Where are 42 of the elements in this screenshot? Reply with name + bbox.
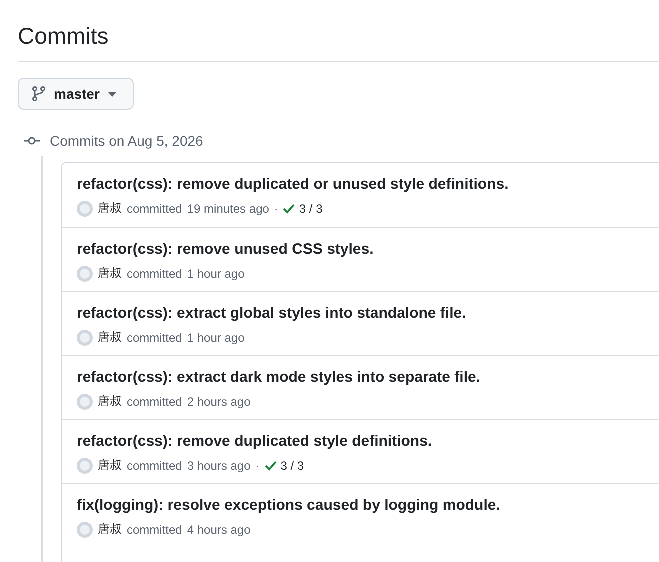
separator: · bbox=[256, 458, 260, 472]
commit-time: 1 hour ago bbox=[187, 330, 245, 344]
commit-action: committed bbox=[127, 266, 182, 280]
avatar-icon bbox=[77, 266, 93, 282]
avatar-icon bbox=[77, 522, 93, 538]
commit-message[interactable]: refactor(css): remove duplicated style definitions. bbox=[77, 432, 659, 452]
author-name[interactable]: 唐叔 bbox=[98, 329, 122, 346]
commit-action: committed bbox=[127, 458, 182, 472]
author-name[interactable]: 唐叔 bbox=[98, 265, 122, 282]
commit-time: 1 hour ago bbox=[187, 266, 245, 280]
author-name[interactable]: 唐叔 bbox=[98, 457, 122, 474]
page-title: Commits bbox=[18, 0, 659, 62]
avatar-icon bbox=[77, 330, 93, 346]
date-heading: Commits on Aug 5, 2026 bbox=[50, 133, 204, 149]
separator: · bbox=[274, 202, 278, 216]
commit-time: 2 hours ago bbox=[187, 394, 251, 408]
avatar-icon bbox=[77, 394, 93, 410]
commit-time: 4 hours ago bbox=[187, 522, 251, 536]
commit-icon bbox=[24, 136, 40, 146]
author-name[interactable]: 唐叔 bbox=[98, 393, 122, 410]
commit-time: 19 minutes ago bbox=[187, 202, 270, 216]
commit-time: 3 hours ago bbox=[187, 458, 251, 472]
check-icon bbox=[264, 460, 277, 470]
checks-count[interactable]: 3 / 3 bbox=[299, 202, 323, 216]
commit-message[interactable]: fix(logging): resolve exceptions caused by logging module. bbox=[77, 496, 659, 516]
commit-message[interactable]: refactor(css): remove unused CSS styles. bbox=[77, 240, 659, 260]
author-name[interactable]: 唐叔 bbox=[98, 521, 122, 538]
commit-action: committed bbox=[127, 202, 182, 216]
branch-button[interactable]: master bbox=[18, 78, 134, 110]
branch-icon bbox=[32, 86, 46, 102]
avatar-icon bbox=[77, 458, 93, 474]
avatar-icon bbox=[77, 200, 93, 216]
commit-message[interactable]: refactor(css): extract dark mode styles into separate file. bbox=[77, 368, 659, 388]
commit-message[interactable]: refactor(css): remove duplicated or unused style definitions. bbox=[77, 175, 659, 195]
check-icon bbox=[283, 204, 296, 214]
author-name[interactable]: 唐叔 bbox=[98, 200, 122, 217]
commit-action: committed bbox=[127, 330, 182, 344]
commit-action: committed bbox=[127, 522, 182, 536]
caret-icon bbox=[108, 92, 117, 96]
checks-count[interactable]: 3 / 3 bbox=[280, 458, 304, 472]
commit-action: committed bbox=[127, 394, 182, 408]
commit-message[interactable]: refactor(css): extract global styles into standalone file. bbox=[77, 304, 659, 324]
